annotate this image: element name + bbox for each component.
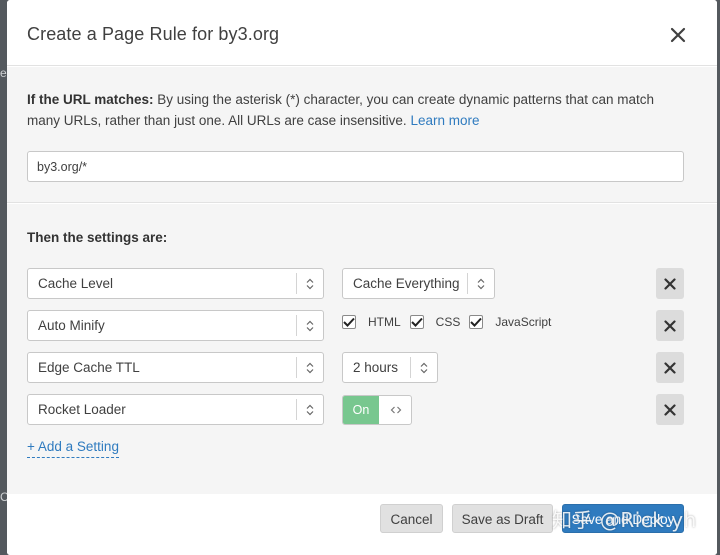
url-pattern-input[interactable] [27,151,684,182]
background-text-fragment: e [0,66,7,80]
cache-level-value-select[interactable]: Cache Everything [342,268,495,299]
settings-heading: Then the settings are: [27,230,168,245]
setting-select-edge-cache-ttl[interactable]: Edge Cache TTL [27,352,324,383]
setting-select-auto-minify[interactable]: Auto Minify [27,310,324,341]
checkmark-icon [470,317,483,327]
edge-cache-ttl-value-select[interactable]: 2 hours [342,352,438,383]
up-down-arrows-icon [296,399,323,420]
dialog-title: Create a Page Rule for by3.org [27,24,280,44]
javascript-checkbox[interactable] [469,314,484,329]
dialog-header: Create a Page Rule for by3.org [7,0,717,66]
checkmark-icon [410,317,423,327]
up-down-arrows-icon [296,357,323,378]
remove-setting-button[interactable] [656,268,684,299]
setting-select-cache-level[interactable]: Cache Level [27,268,324,299]
up-down-arrows-icon [467,273,494,294]
url-match-section: If the URL matches: By using the asteris… [7,67,717,203]
minify-html-option[interactable]: HTML [342,314,401,329]
checkmark-icon [343,317,355,327]
css-checkbox[interactable] [409,314,424,329]
close-button[interactable] [667,24,689,46]
html-checkbox[interactable] [342,314,356,329]
remove-setting-button[interactable] [656,352,684,383]
save-and-deploy-button[interactable]: Save and Deploy [562,504,684,533]
remove-setting-button[interactable] [656,394,684,425]
setting-select-label: Rocket Loader [38,402,126,417]
up-down-arrows-icon [296,315,323,336]
create-page-rule-dialog: Create a Page Rule for by3.org If the UR… [7,0,717,555]
url-match-label: If the URL matches: [27,92,154,107]
dialog-footer: Cancel Save as Draft Save and Deploy [7,494,717,555]
minify-javascript-option[interactable]: JavaScript [469,314,552,329]
settings-section: Then the settings are: Cache Level Cache… [7,204,717,494]
toggle-on-state: On [343,396,379,424]
close-icon [664,361,676,374]
cancel-button[interactable]: Cancel [380,504,443,533]
cache-level-value: Cache Everything [353,276,460,291]
setting-select-label: Cache Level [38,276,114,291]
close-icon [664,319,676,332]
setting-select-label: Edge Cache TTL [38,360,140,375]
setting-row-auto-minify: Auto Minify HTML CSS JavaScript [27,310,687,341]
minify-css-option[interactable]: CSS [409,314,461,329]
rocket-loader-toggle[interactable]: On [342,395,412,425]
minify-options: HTML CSS JavaScript [342,306,560,337]
css-label: CSS [435,314,461,329]
setting-select-rocket-loader[interactable]: Rocket Loader [27,394,324,425]
add-setting-link[interactable]: + Add a Setting [27,439,119,458]
setting-select-label: Auto Minify [38,318,105,333]
up-down-arrows-icon [296,273,323,294]
close-icon [664,403,676,416]
close-icon [664,277,676,290]
javascript-label: JavaScript [495,314,552,329]
up-down-arrows-icon [410,357,437,378]
toggle-handle-icon[interactable] [379,396,411,424]
setting-row-edge-cache-ttl: Edge Cache TTL 2 hours [27,352,687,383]
close-icon [670,27,686,43]
html-label: HTML [368,314,401,329]
edge-cache-ttl-value: 2 hours [353,360,399,375]
url-match-description: If the URL matches: By using the asteris… [27,89,687,131]
learn-more-link[interactable]: Learn more [410,113,479,128]
save-as-draft-button[interactable]: Save as Draft [452,504,553,533]
setting-row-cache-level: Cache Level Cache Everything [27,268,687,299]
remove-setting-button[interactable] [656,310,684,341]
setting-row-rocket-loader: Rocket Loader On [27,394,687,425]
